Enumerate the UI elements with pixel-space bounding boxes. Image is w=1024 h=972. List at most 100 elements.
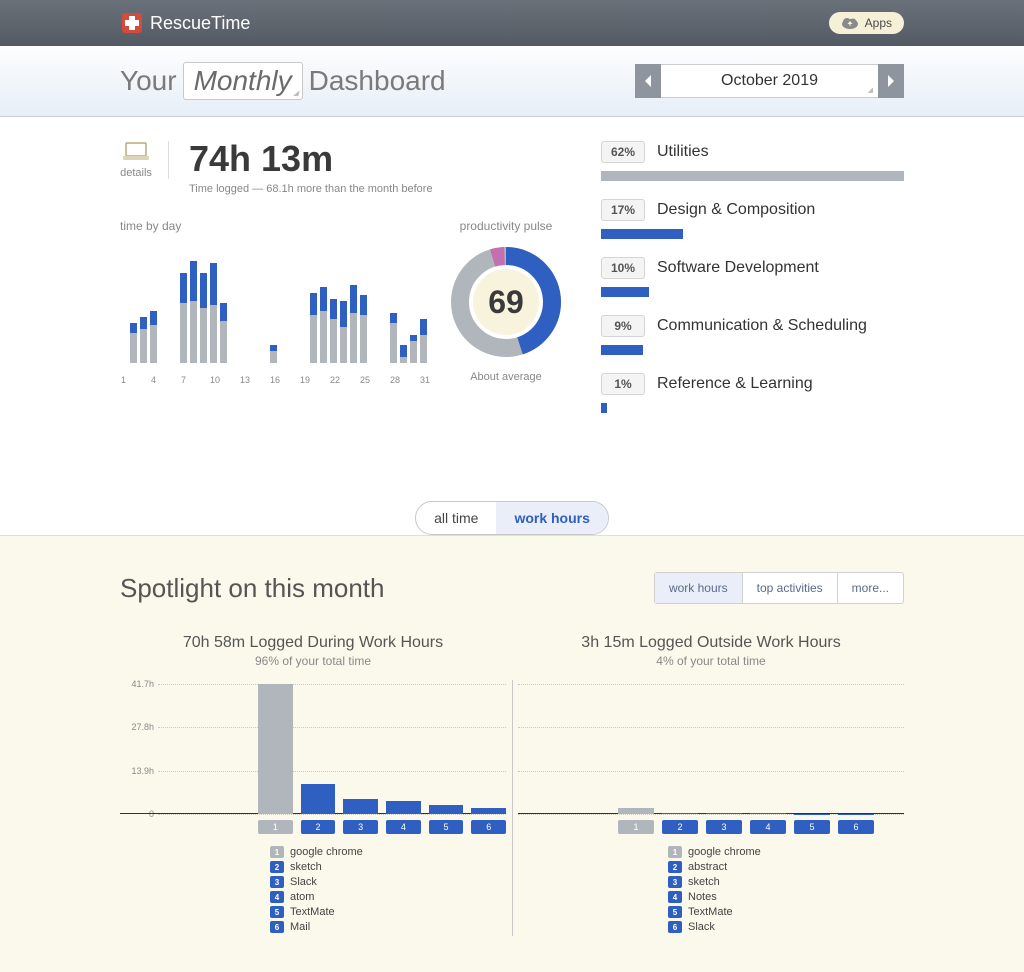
toggle-work-hours[interactable]: work hours <box>496 502 607 534</box>
day-bar[interactable] <box>400 345 407 363</box>
spotlight-section: Spotlight on this month work hourstop ac… <box>0 535 1024 972</box>
day-bar[interactable] <box>320 287 327 363</box>
day-bar[interactable] <box>330 299 337 363</box>
day-bar[interactable] <box>190 261 197 363</box>
legend-label: google chrome <box>688 846 761 858</box>
time-logged-sub: Time logged — 68.1h more than the month … <box>189 183 433 195</box>
spotlight-bar[interactable] <box>750 813 786 814</box>
legend-label: Slack <box>290 876 317 888</box>
pulse-value: 69 <box>473 269 539 335</box>
legend-item[interactable]: 1 google chrome <box>668 846 904 858</box>
legend-badge: 6 <box>668 921 682 933</box>
legend-badge: 5 <box>270 906 284 918</box>
day-bar[interactable] <box>180 273 187 363</box>
day-bar[interactable] <box>410 335 417 363</box>
day-bar[interactable] <box>210 263 217 363</box>
day-bar[interactable] <box>420 319 427 363</box>
legend-item[interactable]: 4Notes <box>668 891 904 903</box>
y-tick: 27.8h <box>131 722 154 732</box>
spotlight-bar[interactable] <box>343 799 378 814</box>
legend-label: Mail <box>290 921 310 933</box>
spotlight-divider <box>512 680 513 936</box>
category-row[interactable]: 9%Communication & Scheduling <box>601 315 904 355</box>
spotlight-tab-0[interactable]: work hours <box>655 573 743 603</box>
spotlight-tabs: work hourstop activitiesmore... <box>654 572 904 604</box>
category-pct: 10% <box>601 257 645 279</box>
category-row[interactable]: 1%Reference & Learning <box>601 373 904 413</box>
day-bar[interactable] <box>360 295 367 363</box>
legend-item[interactable]: 3 Slack <box>270 876 506 888</box>
spotlight-bar[interactable] <box>301 784 336 814</box>
spotlight-outside-col: 3h 15m Logged Outside Work Hours 4% of y… <box>518 634 904 936</box>
spotlight-bar[interactable] <box>618 808 654 814</box>
brand-text: RescueTime <box>150 13 250 34</box>
productivity-pulse: productivity pulse 69 About average <box>451 219 561 385</box>
details-label: details <box>120 167 152 179</box>
pulse-text: About average <box>470 371 542 383</box>
legend-badge: 1 <box>668 846 682 858</box>
day-bar[interactable] <box>350 285 357 363</box>
bar-index: 2 <box>301 820 336 834</box>
title-suffix: Dashboard <box>309 65 446 97</box>
day-bar[interactable] <box>130 323 137 363</box>
day-bar[interactable] <box>150 311 157 363</box>
spotlight-bar[interactable] <box>662 813 698 814</box>
category-row[interactable]: 17%Design & Composition <box>601 199 904 239</box>
legend-item[interactable]: 1 google chrome <box>270 846 506 858</box>
legend-badge: 3 <box>270 876 284 888</box>
legend-label: sketch <box>290 861 322 873</box>
y-tick: 0 <box>149 809 154 819</box>
legend-item[interactable]: 2abstract <box>668 861 904 873</box>
day-bar[interactable] <box>200 273 207 363</box>
spotlight-tab-1[interactable]: top activities <box>743 573 838 603</box>
brand-logo[interactable]: RescueTime <box>120 11 250 35</box>
legend-item[interactable]: 4atom <box>270 891 506 903</box>
spotlight-right-sub: 4% of your total time <box>518 654 904 668</box>
legend-item[interactable]: 6Mail <box>270 921 506 933</box>
day-bar[interactable] <box>390 313 397 363</box>
date-display[interactable]: October 2019 <box>661 64 878 98</box>
date-prev-button[interactable] <box>635 64 661 98</box>
category-pct: 1% <box>601 373 645 395</box>
category-bar <box>601 403 607 413</box>
details-link[interactable]: details <box>120 141 169 179</box>
date-next-button[interactable] <box>878 64 904 98</box>
legend-badge: 3 <box>668 876 682 888</box>
spotlight-bar[interactable] <box>386 801 421 814</box>
bar-index: 1 <box>258 820 293 834</box>
legend-item[interactable]: 2sketch <box>270 861 506 873</box>
spotlight-left-sub: 96% of your total time <box>120 654 506 668</box>
period-selector[interactable]: Monthly <box>183 62 303 100</box>
spotlight-bar[interactable] <box>706 813 742 814</box>
category-row[interactable]: 62%Utilities <box>601 141 904 181</box>
legend-item[interactable]: 5TextMate <box>668 906 904 918</box>
day-bar[interactable] <box>140 317 147 363</box>
apps-label: Apps <box>865 16 892 30</box>
legend-label: sketch <box>688 876 720 888</box>
main-content: details 74h 13m Time logged — 68.1h more… <box>0 117 1024 471</box>
spotlight-bar[interactable] <box>471 808 506 814</box>
category-breakdown: 62%Utilities 17%Design & Composition 10%So… <box>601 141 904 431</box>
spotlight-tab-2[interactable]: more... <box>838 573 903 603</box>
category-bar <box>601 229 683 239</box>
legend-item[interactable]: 3 sketch <box>668 876 904 888</box>
spotlight-bar[interactable] <box>258 684 293 814</box>
legend-item[interactable]: 5 TextMate <box>270 906 506 918</box>
category-pct: 62% <box>601 141 645 163</box>
pulse-donut: 69 <box>451 247 561 357</box>
legend-item[interactable]: 6Slack <box>668 921 904 933</box>
day-bar[interactable] <box>340 301 347 363</box>
day-bar[interactable] <box>310 293 317 363</box>
y-tick: 41.7h <box>131 679 154 689</box>
spotlight-bar[interactable] <box>429 805 464 814</box>
apps-button[interactable]: Apps <box>829 12 904 34</box>
category-row[interactable]: 10%Software Development <box>601 257 904 297</box>
toggle-all-time[interactable]: all time <box>416 502 496 534</box>
legend-label: TextMate <box>290 906 335 918</box>
day-bar[interactable] <box>220 303 227 363</box>
legend-label: google chrome <box>290 846 363 858</box>
legend-badge: 1 <box>270 846 284 858</box>
legend-badge: 5 <box>668 906 682 918</box>
legend-label: Notes <box>688 891 717 903</box>
day-bar[interactable] <box>270 345 277 363</box>
